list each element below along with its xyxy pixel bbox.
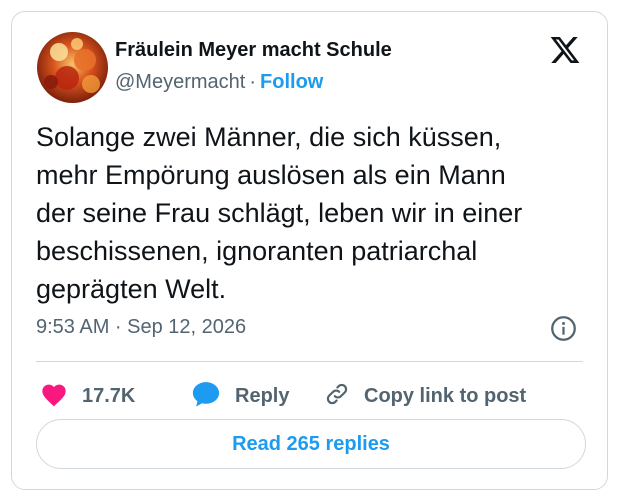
reply-bubble-icon xyxy=(191,380,221,413)
separator-dot: · xyxy=(249,71,257,93)
like-count: 17.7K xyxy=(82,384,136,407)
like-button[interactable]: 17.7K xyxy=(40,380,135,412)
info-icon[interactable] xyxy=(550,315,577,342)
heart-icon xyxy=(40,381,68,412)
follow-button[interactable]: Follow xyxy=(260,71,323,93)
post-timestamp[interactable]: 9:53 AM · Sep 12, 2026 xyxy=(36,316,246,339)
autumn-leaves-avatar-icon xyxy=(37,32,108,103)
author-handle[interactable]: @Meyermacht xyxy=(115,71,245,93)
post-card: Fräulein Meyer macht Schule @Meyermacht ·… xyxy=(11,11,608,490)
x-logo-icon[interactable] xyxy=(549,34,581,66)
reply-button[interactable]: Reply xyxy=(191,380,289,412)
divider xyxy=(36,361,583,362)
copy-link-label: Copy link to post xyxy=(364,384,527,407)
action-bar: 17.7K Reply Copy link to post xyxy=(36,380,586,412)
read-replies-button[interactable]: Read 265 replies xyxy=(36,419,586,469)
reply-label: Reply xyxy=(235,384,290,407)
avatar[interactable] xyxy=(37,32,108,103)
author-display-name[interactable]: Fräulein Meyer macht Schule xyxy=(115,39,392,62)
post-text: Solange zwei Männer, die sich küssen, me… xyxy=(36,122,523,304)
copy-link-button[interactable]: Copy link to post xyxy=(324,380,526,412)
link-icon xyxy=(324,381,350,412)
author-handle-row: @Meyermacht · Follow xyxy=(115,71,323,94)
